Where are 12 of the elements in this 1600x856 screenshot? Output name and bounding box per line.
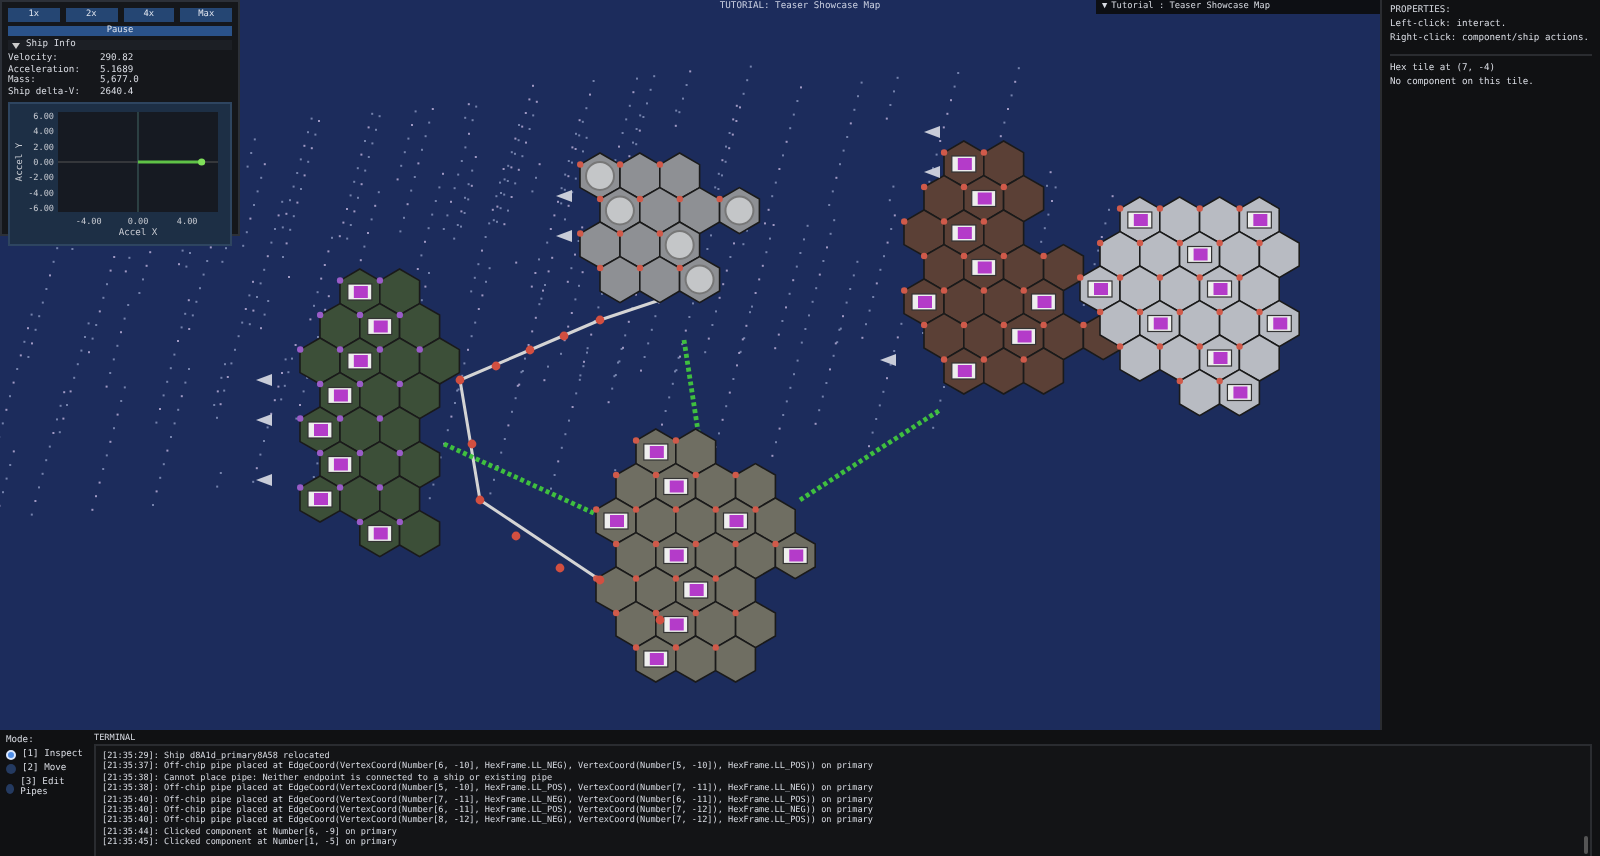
hex-ship-drawing[interactable] [901,140,1124,395]
hex-ship-drawing[interactable] [1077,196,1300,417]
hex-ship-drawing[interactable] [297,268,461,558]
hex-ship-drawing[interactable] [577,152,761,304]
radio-icon[interactable] [6,764,16,774]
radio-icon[interactable] [6,750,16,760]
radio-icon[interactable] [6,783,15,793]
hex-ship-drawing[interactable] [593,428,816,683]
thruster-icon [256,126,940,486]
data-point [198,159,206,167]
map-viewport[interactable] [0,0,1380,730]
expand-arrow-icon [12,41,20,49]
